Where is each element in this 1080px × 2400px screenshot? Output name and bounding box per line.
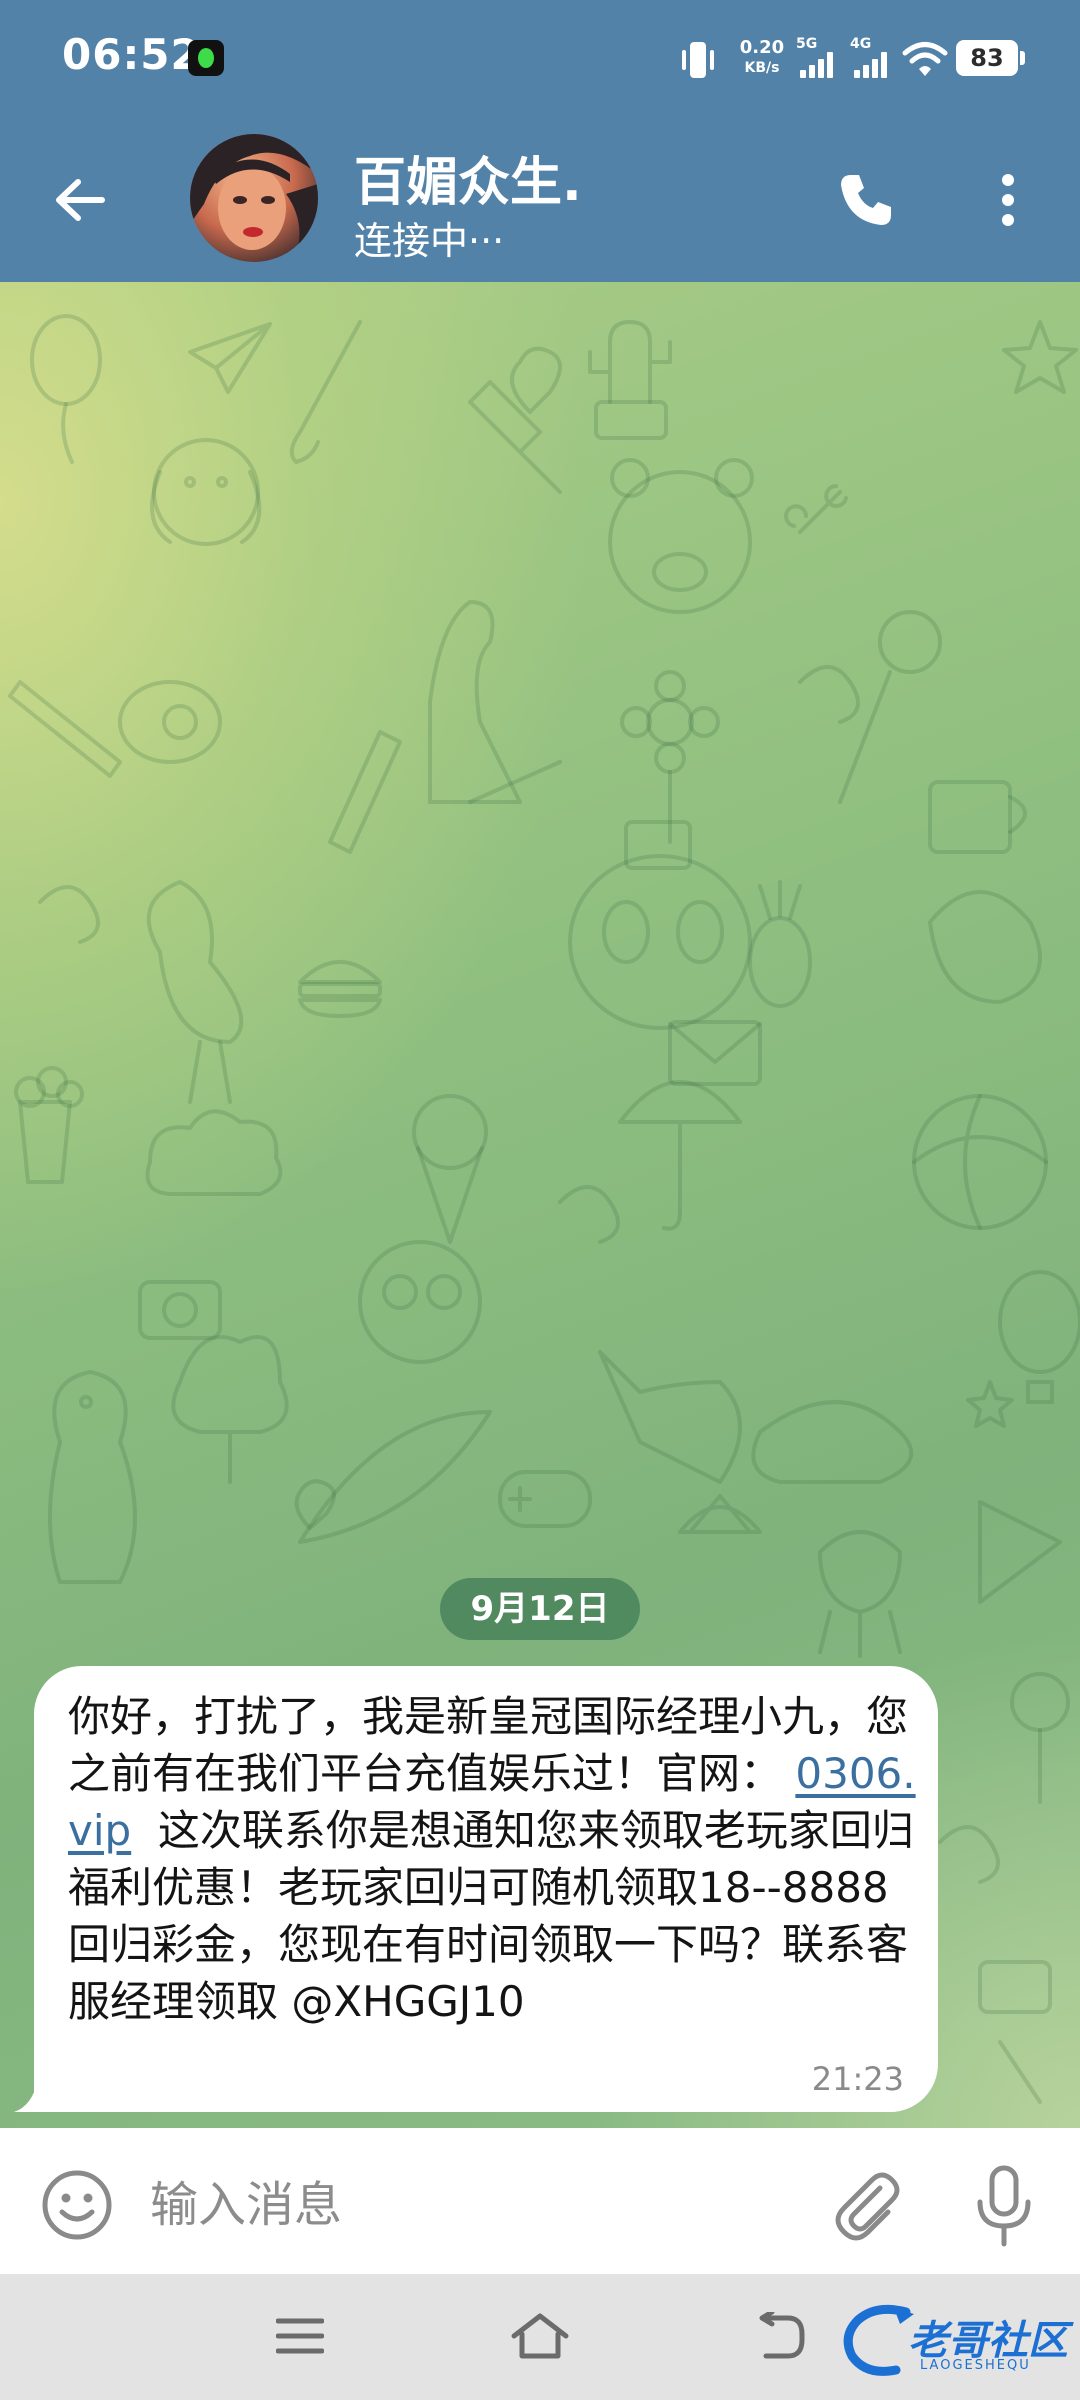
microphone-icon bbox=[977, 2165, 1031, 2247]
more-vertical-icon bbox=[1002, 174, 1014, 226]
smiley-icon bbox=[42, 2170, 112, 2240]
status-time: 06:52 bbox=[62, 30, 201, 79]
music-app-notification-icon bbox=[188, 40, 224, 76]
watermark-subtext: LAOGESHEQU bbox=[920, 2358, 1031, 2373]
chat-messages-area[interactable]: 9月12日 你好，打扰了，我是新皇冠国际经理小九，您之前有在我们平台充值娱乐过！… bbox=[0, 282, 1080, 2128]
system-back-button[interactable] bbox=[740, 2296, 820, 2376]
system-navigation-bar: 老哥社区 LAOGESHEQU bbox=[0, 2274, 1080, 2400]
attach-button[interactable] bbox=[828, 2166, 904, 2242]
status-bar: 06:52 0.20 KB/s 5G 4G 83 bbox=[0, 0, 1080, 118]
home-button[interactable] bbox=[500, 2296, 580, 2376]
sim1-network-type: 5G bbox=[796, 36, 818, 52]
top-header: 06:52 0.20 KB/s 5G 4G 83 百媚众生. 连接中··· bbox=[0, 0, 1080, 282]
wifi-icon bbox=[902, 42, 948, 76]
voice-record-button[interactable] bbox=[966, 2164, 1042, 2248]
network-speed-unit: KB/s bbox=[744, 60, 780, 76]
arrow-left-icon bbox=[56, 179, 105, 221]
message-input-bar bbox=[0, 2128, 1080, 2274]
paperclip-icon bbox=[835, 2172, 900, 2241]
network-speed-value: 0.20 bbox=[739, 37, 785, 58]
phone-icon bbox=[841, 175, 891, 225]
contact-avatar[interactable] bbox=[190, 134, 318, 262]
message-text: 你好，打扰了，我是新皇冠国际经理小九，您之前有在我们平台充值娱乐过！官网： 03… bbox=[68, 1688, 918, 2030]
menu-lines-icon bbox=[276, 2318, 324, 2354]
date-separator: 9月12日 bbox=[440, 1578, 640, 1640]
chat-app-bar: 百媚众生. 连接中··· bbox=[0, 118, 1080, 282]
message-text-part2: 这次联系你是想通知您来领取老玩家回归福利优惠！老玩家回归可随机领取18--888… bbox=[68, 1806, 914, 2026]
message-timestamp: 21:23 bbox=[811, 2060, 904, 2098]
watermark-logo: 老哥社区 LAOGESHEQU bbox=[836, 2300, 1072, 2380]
home-icon bbox=[511, 2313, 569, 2359]
battery-indicator: 83 bbox=[956, 40, 1025, 76]
call-button[interactable] bbox=[826, 160, 906, 240]
sim2-network-type: 4G bbox=[850, 36, 872, 52]
avatar-photo bbox=[190, 134, 318, 262]
recent-apps-button[interactable] bbox=[260, 2296, 340, 2376]
sim1-signal-icon: 5G bbox=[796, 36, 840, 80]
chat-connection-status: 连接中··· bbox=[354, 219, 505, 263]
incoming-message-bubble[interactable]: 你好，打扰了，我是新皇冠国际经理小九，您之前有在我们平台充值娱乐过！官网： 03… bbox=[34, 1666, 938, 2112]
message-input[interactable] bbox=[150, 2168, 790, 2242]
more-options-button[interactable] bbox=[980, 160, 1036, 240]
emoji-button[interactable] bbox=[40, 2168, 114, 2242]
vibrate-icon bbox=[682, 42, 714, 78]
message-text-part1: 你好，打扰了，我是新皇冠国际经理小九，您之前有在我们平台充值娱乐过！官网： bbox=[68, 1692, 909, 1798]
back-arrow-icon bbox=[759, 2312, 805, 2359]
sim2-signal-icon: 4G bbox=[850, 36, 894, 80]
network-speed: 0.20 KB/s bbox=[732, 38, 792, 78]
chat-title[interactable]: 百媚众生. bbox=[354, 140, 582, 215]
back-button[interactable] bbox=[40, 160, 120, 240]
